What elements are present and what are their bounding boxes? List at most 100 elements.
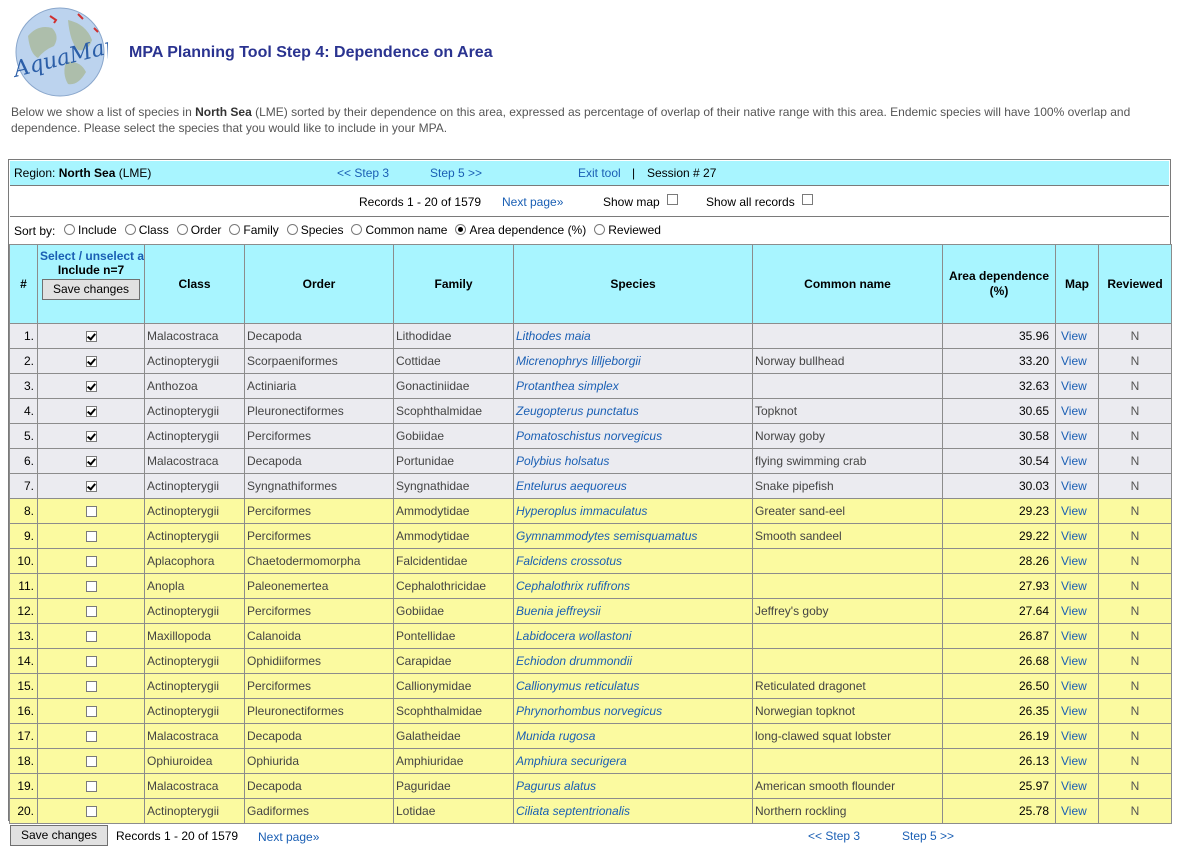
sort-option[interactable]: Include bbox=[64, 223, 117, 237]
include-checkbox[interactable] bbox=[85, 406, 97, 418]
species-link[interactable]: Echiodon drummondii bbox=[513, 648, 753, 674]
map-view-link[interactable]: View bbox=[1055, 548, 1099, 574]
footer-prev-step-link[interactable]: << Step 3 bbox=[808, 829, 860, 843]
include-checkbox[interactable] bbox=[85, 656, 97, 668]
next-page-link[interactable]: Next page» bbox=[502, 195, 563, 209]
include-cell[interactable] bbox=[37, 473, 145, 499]
map-view-link[interactable]: View bbox=[1055, 323, 1099, 349]
sort-radio[interactable] bbox=[455, 224, 467, 235]
sort-option[interactable]: Family bbox=[229, 223, 279, 237]
map-view-link[interactable]: View bbox=[1055, 398, 1099, 424]
include-checkbox[interactable] bbox=[85, 681, 97, 693]
map-view-link[interactable]: View bbox=[1055, 773, 1099, 799]
species-link[interactable]: Zeugopterus punctatus bbox=[513, 398, 753, 424]
species-link[interactable]: Protanthea simplex bbox=[513, 373, 753, 399]
sort-option[interactable]: Class bbox=[124, 223, 169, 237]
include-checkbox[interactable] bbox=[85, 456, 97, 468]
species-link[interactable]: Pomatoschistus norvegicus bbox=[513, 423, 753, 449]
save-changes-button-top[interactable]: Save changes bbox=[41, 279, 141, 300]
map-view-link[interactable]: View bbox=[1055, 673, 1099, 699]
sort-option[interactable]: Area dependence (%) bbox=[455, 223, 586, 237]
species-link[interactable]: Entelurus aequoreus bbox=[513, 473, 753, 499]
include-checkbox[interactable] bbox=[85, 506, 97, 518]
species-link[interactable]: Lithodes maia bbox=[513, 323, 753, 349]
species-link[interactable]: Pagurus alatus bbox=[513, 773, 753, 799]
species-link[interactable]: Phrynorhombus norvegicus bbox=[513, 698, 753, 724]
sort-option[interactable]: Common name bbox=[351, 223, 447, 237]
species-link[interactable]: Callionymus reticulatus bbox=[513, 673, 753, 699]
sort-radio[interactable] bbox=[594, 224, 606, 235]
include-checkbox[interactable] bbox=[85, 481, 97, 493]
include-cell[interactable] bbox=[37, 423, 145, 449]
footer-next-page-link[interactable]: Next page» bbox=[258, 830, 319, 844]
include-checkbox[interactable] bbox=[85, 606, 97, 618]
sort-option[interactable]: Reviewed bbox=[594, 223, 661, 237]
include-checkbox[interactable] bbox=[85, 706, 97, 718]
include-checkbox[interactable] bbox=[85, 806, 97, 818]
map-view-link[interactable]: View bbox=[1055, 473, 1099, 499]
save-changes-button-bottom[interactable]: Save changes bbox=[10, 825, 109, 846]
species-link[interactable]: Hyperoplus immaculatus bbox=[513, 498, 753, 524]
include-checkbox[interactable] bbox=[85, 531, 97, 543]
include-cell[interactable] bbox=[37, 548, 145, 574]
map-view-link[interactable]: View bbox=[1055, 348, 1099, 374]
include-checkbox[interactable] bbox=[85, 331, 97, 343]
footer-next-step-link[interactable]: Step 5 >> bbox=[902, 829, 954, 843]
map-view-link[interactable]: View bbox=[1055, 373, 1099, 399]
include-checkbox[interactable] bbox=[85, 556, 97, 568]
show-all-checkbox[interactable] bbox=[802, 194, 814, 205]
include-cell[interactable] bbox=[37, 798, 145, 824]
exit-tool-link[interactable]: Exit tool bbox=[578, 166, 621, 180]
next-step-link[interactable]: Step 5 >> bbox=[430, 166, 482, 180]
species-link[interactable]: Polybius holsatus bbox=[513, 448, 753, 474]
sort-radio[interactable] bbox=[124, 224, 136, 235]
sort-radio[interactable] bbox=[286, 224, 298, 235]
show-all-records-toggle[interactable]: Show all records bbox=[706, 194, 814, 209]
species-link[interactable]: Amphiura securigera bbox=[513, 748, 753, 774]
include-checkbox[interactable] bbox=[85, 781, 97, 793]
include-cell[interactable] bbox=[37, 773, 145, 799]
show-map-toggle[interactable]: Show map bbox=[603, 194, 679, 209]
species-link[interactable]: Labidocera wollastoni bbox=[513, 623, 753, 649]
map-view-link[interactable]: View bbox=[1055, 423, 1099, 449]
include-cell[interactable] bbox=[37, 398, 145, 424]
map-view-link[interactable]: View bbox=[1055, 448, 1099, 474]
include-cell[interactable] bbox=[37, 648, 145, 674]
map-view-link[interactable]: View bbox=[1055, 723, 1099, 749]
include-checkbox[interactable] bbox=[85, 381, 97, 393]
sort-option[interactable]: Order bbox=[176, 223, 221, 237]
map-view-link[interactable]: View bbox=[1055, 623, 1099, 649]
include-cell[interactable] bbox=[37, 323, 145, 349]
include-cell[interactable] bbox=[37, 723, 145, 749]
species-link[interactable]: Cephalothrix rufifrons bbox=[513, 573, 753, 599]
map-view-link[interactable]: View bbox=[1055, 573, 1099, 599]
sort-radio[interactable] bbox=[229, 224, 241, 235]
map-view-link[interactable]: View bbox=[1055, 648, 1099, 674]
include-cell[interactable] bbox=[37, 498, 145, 524]
include-cell[interactable] bbox=[37, 748, 145, 774]
map-view-link[interactable]: View bbox=[1055, 598, 1099, 624]
species-link[interactable]: Buenia jeffreysii bbox=[513, 598, 753, 624]
map-view-link[interactable]: View bbox=[1055, 498, 1099, 524]
show-map-checkbox[interactable] bbox=[667, 194, 679, 205]
include-checkbox[interactable] bbox=[85, 731, 97, 743]
map-view-link[interactable]: View bbox=[1055, 698, 1099, 724]
map-view-link[interactable]: View bbox=[1055, 798, 1099, 824]
include-checkbox[interactable] bbox=[85, 581, 97, 593]
include-checkbox[interactable] bbox=[85, 631, 97, 643]
sort-option[interactable]: Species bbox=[286, 223, 343, 237]
include-cell[interactable] bbox=[37, 673, 145, 699]
include-cell[interactable] bbox=[37, 523, 145, 549]
include-cell[interactable] bbox=[37, 573, 145, 599]
include-cell[interactable] bbox=[37, 598, 145, 624]
prev-step-link[interactable]: << Step 3 bbox=[337, 166, 389, 180]
sort-radio[interactable] bbox=[176, 224, 188, 235]
include-checkbox[interactable] bbox=[85, 756, 97, 768]
map-view-link[interactable]: View bbox=[1055, 748, 1099, 774]
include-checkbox[interactable] bbox=[85, 431, 97, 443]
include-cell[interactable] bbox=[37, 348, 145, 374]
select-unselect-all-link[interactable]: Select / unselect all bbox=[40, 249, 144, 263]
include-checkbox[interactable] bbox=[85, 356, 97, 368]
species-link[interactable]: Ciliata septentrionalis bbox=[513, 798, 753, 824]
sort-radio[interactable] bbox=[64, 224, 75, 235]
